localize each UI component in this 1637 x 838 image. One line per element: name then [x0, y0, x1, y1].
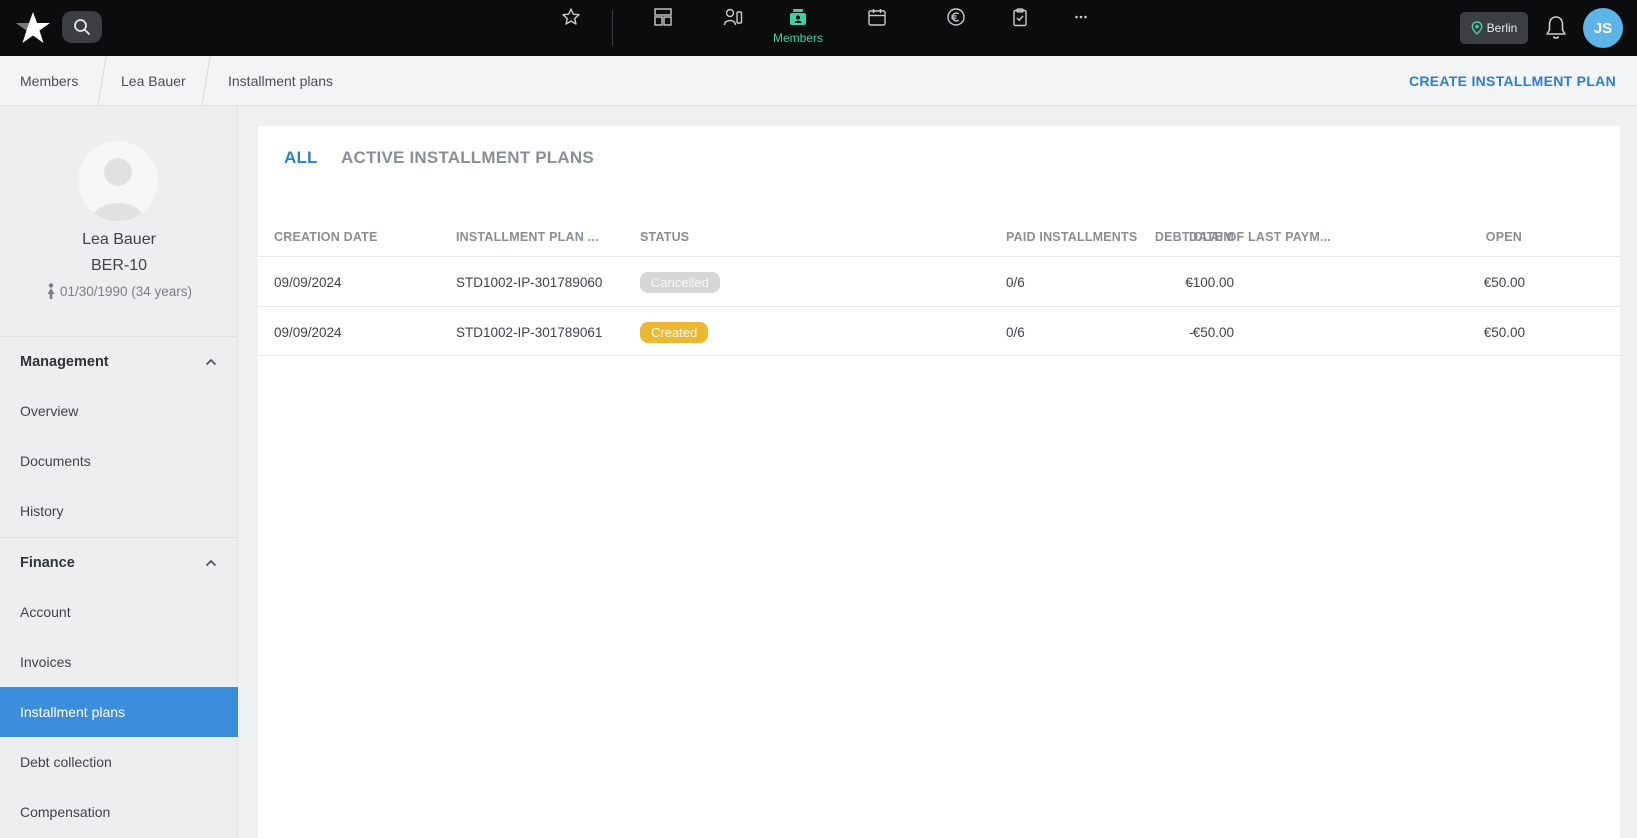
cell-paid-installments: 0/6 [1006, 274, 1025, 290]
column-header-paid-installments[interactable]: PAID INSTALLMENTS [1006, 230, 1137, 244]
staff-icon [723, 8, 743, 26]
cell-status: Cancelled [640, 257, 720, 307]
more-icon [1075, 15, 1087, 19]
sidebar-section-title: Finance [20, 554, 75, 571]
location-pin-icon [1471, 21, 1483, 35]
notification-bell-icon[interactable] [1544, 14, 1568, 42]
brand-logo-icon[interactable] [14, 9, 52, 47]
sidebar-item-debt-collection[interactable]: Debt collection [0, 737, 238, 787]
dashboard-icon [654, 8, 672, 26]
star-icon [562, 8, 580, 25]
cell-open: €50.00 [1483, 274, 1525, 290]
nav-more[interactable] [1050, 6, 1112, 50]
member-id: BER-10 [90, 257, 148, 274]
sidebar-item-compensation[interactable]: Compensation [0, 787, 238, 837]
sidebar-item-history[interactable]: History [0, 486, 238, 536]
column-header-open[interactable]: OPEN [1486, 230, 1522, 244]
nav-members-label: Members [772, 31, 823, 45]
person-placeholder-icon [92, 158, 144, 221]
column-header-status[interactable]: STATUS [640, 230, 689, 244]
cell-debt-claim: €50.00 [1192, 324, 1234, 340]
sidebar-item-overview[interactable]: Overview [0, 386, 238, 436]
table-row[interactable]: 09/09/2024 STD1002-IP-301789060 Cancelle… [258, 256, 1620, 306]
nav-finance[interactable] [925, 6, 987, 50]
breadcrumb-separator-icon [201, 56, 211, 106]
nav-staff[interactable] [702, 6, 764, 50]
sidebar-item-invoices[interactable]: Invoices [0, 637, 238, 687]
member-name: Lea Bauer [82, 231, 156, 248]
cell-last-payment: - [1189, 274, 1194, 290]
column-header-creation-date[interactable]: CREATION DATE [274, 230, 378, 244]
breadcrumb-member-name[interactable]: Lea Bauer [121, 56, 186, 106]
cell-paid-installments: 0/6 [1006, 324, 1025, 340]
tab-active-installment-plans[interactable]: ACTIVE INSTALLMENT PLANS [341, 148, 594, 168]
search-icon [74, 19, 90, 35]
breadcrumb-separator-icon [97, 56, 107, 106]
cell-last-payment: - [1189, 324, 1194, 340]
calendar-icon [868, 9, 886, 26]
cell-plan-id: STD1002-IP-301789060 [456, 274, 603, 290]
status-badge: Created [640, 321, 709, 343]
breadcrumb-members[interactable]: Members [20, 56, 78, 106]
installment-plans-panel: ALL ACTIVE INSTALLMENT PLANS CREATION DA… [258, 126, 1620, 838]
breadcrumb: Members Lea Bauer Installment plans CREA… [0, 56, 1637, 106]
nav-members[interactable]: Members [767, 6, 829, 50]
search-button[interactable] [62, 11, 102, 43]
column-header-last-payment[interactable]: DATE OF LAST PAYM... [1189, 230, 1331, 244]
nav-calendar[interactable] [846, 6, 908, 50]
chevron-up-icon [205, 559, 217, 567]
chevron-up-icon [205, 358, 217, 366]
create-installment-plan-button[interactable]: CREATE INSTALLMENT PLAN [1409, 56, 1616, 106]
sidebar-section-title: Management [20, 353, 109, 370]
status-badge: Cancelled [640, 271, 720, 293]
nav-dashboard[interactable] [632, 6, 694, 50]
member-birthdate-text: 01/30/1990 (34 years) [59, 283, 193, 299]
sidebar-section-management[interactable]: Management [0, 336, 238, 386]
user-avatar[interactable]: JS [1583, 8, 1623, 48]
clipboard-icon [1013, 8, 1027, 27]
sidebar-item-account[interactable]: Account [0, 587, 238, 637]
cell-status: Created [640, 307, 709, 357]
member-sidebar: Lea Bauer BER-10 01/30/1990 (34 years) M… [0, 106, 238, 838]
cell-open: €50.00 [1483, 324, 1525, 340]
euro-icon [947, 8, 965, 26]
table-row[interactable]: 09/09/2024 STD1002-IP-301789061 Created … [258, 306, 1620, 356]
cell-creation-date: 09/09/2024 [274, 324, 342, 340]
breadcrumb-current-page: Installment plans [228, 73, 334, 89]
top-navigation-bar: Members Berlin JS [0, 0, 1637, 56]
sidebar-item-installment-plans[interactable]: Installment plans [0, 687, 238, 737]
female-gender-icon [47, 283, 55, 299]
avatar [78, 141, 158, 221]
members-icon [790, 9, 806, 25]
member-birthdate: 01/30/1990 (34 years) [0, 283, 238, 299]
column-header-installment-plan[interactable]: INSTALLMENT PLAN ... [456, 230, 599, 244]
cell-creation-date: 09/09/2024 [274, 274, 342, 290]
location-selector[interactable]: Berlin [1460, 12, 1528, 44]
nav-separator [612, 10, 613, 46]
tab-all[interactable]: ALL [284, 148, 318, 168]
nav-favorites[interactable] [540, 6, 602, 50]
sidebar-item-documents[interactable]: Documents [0, 436, 238, 486]
sidebar-section-finance[interactable]: Finance [0, 537, 238, 587]
cell-plan-id: STD1002-IP-301789061 [456, 324, 603, 340]
location-label: Berlin [1486, 21, 1518, 35]
nav-tasks[interactable] [989, 6, 1051, 50]
